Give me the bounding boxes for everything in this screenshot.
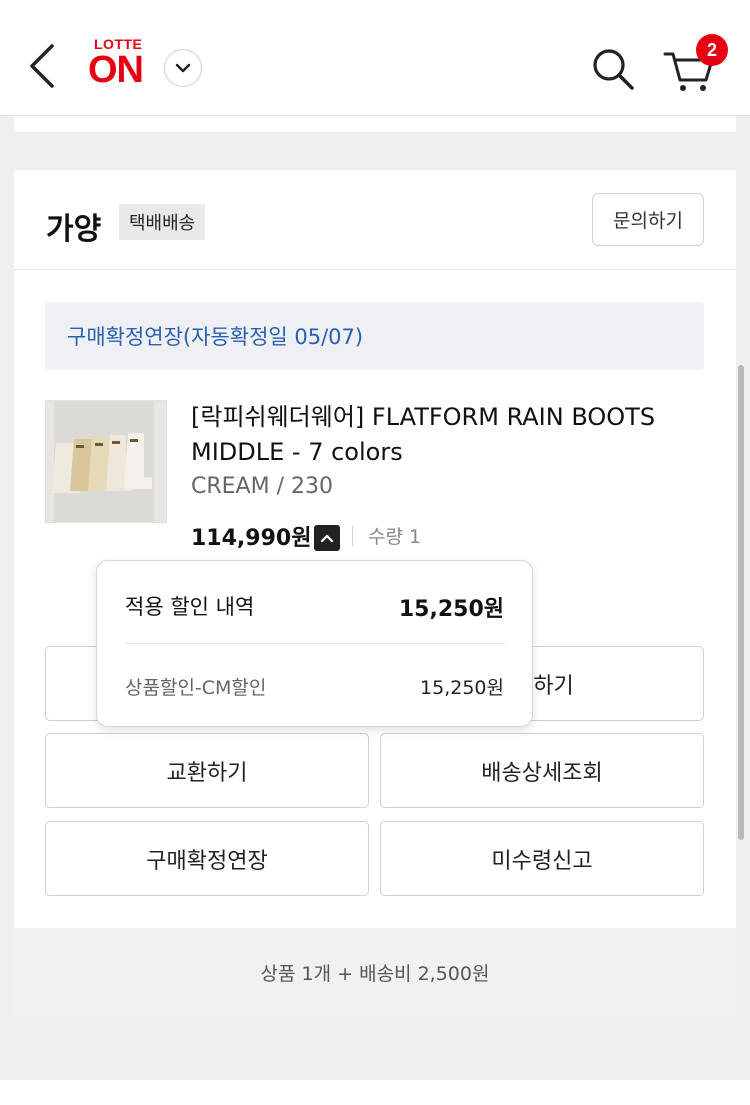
rain-boots-image — [46, 401, 166, 522]
chevron-up-icon — [320, 534, 334, 543]
previous-card-edge — [14, 116, 736, 133]
service-menu-toggle[interactable] — [164, 49, 202, 87]
search-icon — [593, 49, 634, 90]
discount-popup-title: 적용 할인 내역 — [125, 595, 255, 619]
price-quantity-separator — [352, 526, 353, 546]
page-scrollbar[interactable] — [738, 365, 744, 840]
seller-name: 가양 — [46, 212, 102, 247]
not-received-report-button[interactable]: 미수령신고 — [380, 821, 704, 896]
lotte-on-logo[interactable]: LOTTE ON — [88, 36, 152, 92]
logo-main-text: ON — [88, 49, 144, 91]
top-header: LOTTE ON 2 — [0, 0, 750, 116]
discount-total: 15,250원 — [398, 597, 504, 622]
discount-detail-popup: 적용 할인 내역 15,250원 상품할인-CM할인 15,250원 — [96, 560, 533, 727]
inquiry-button[interactable]: 문의하기 — [592, 193, 704, 246]
discount-row-label: 상품할인-CM할인 — [125, 677, 267, 699]
exchange-button[interactable]: 교환하기 — [45, 733, 369, 808]
section-divider — [14, 269, 736, 270]
product-thumbnail[interactable] — [45, 400, 167, 523]
product-title[interactable]: [락피쉬웨더웨어] FLATFORM RAIN BOOTS MIDDLE - 7… — [191, 400, 711, 470]
delivery-type-tag: 택배배송 — [119, 204, 206, 240]
product-price: 114,990원 — [191, 526, 312, 551]
bottom-edge — [0, 1080, 750, 1105]
cart-count-badge: 2 — [696, 34, 728, 66]
back-arrow-icon — [30, 44, 54, 88]
discount-row-value: 15,250원 — [420, 677, 504, 699]
discount-detail-toggle[interactable] — [314, 525, 340, 551]
product-option: CREAM / 230 — [191, 474, 333, 499]
chevron-down-icon — [175, 63, 191, 73]
search-button[interactable] — [590, 46, 636, 92]
popup-divider — [125, 643, 505, 644]
delivery-tracking-button[interactable]: 배송상세조회 — [380, 733, 704, 808]
purchase-extension-notice: 구매확정연장(자동확정일 05/07) — [45, 302, 704, 370]
extend-purchase-confirm-button[interactable]: 구매확정연장 — [45, 821, 369, 896]
product-quantity: 수량 1 — [368, 526, 422, 548]
back-button[interactable] — [22, 38, 62, 94]
order-summary: 상품 1개 + 배송비 2,500원 — [14, 928, 736, 1017]
